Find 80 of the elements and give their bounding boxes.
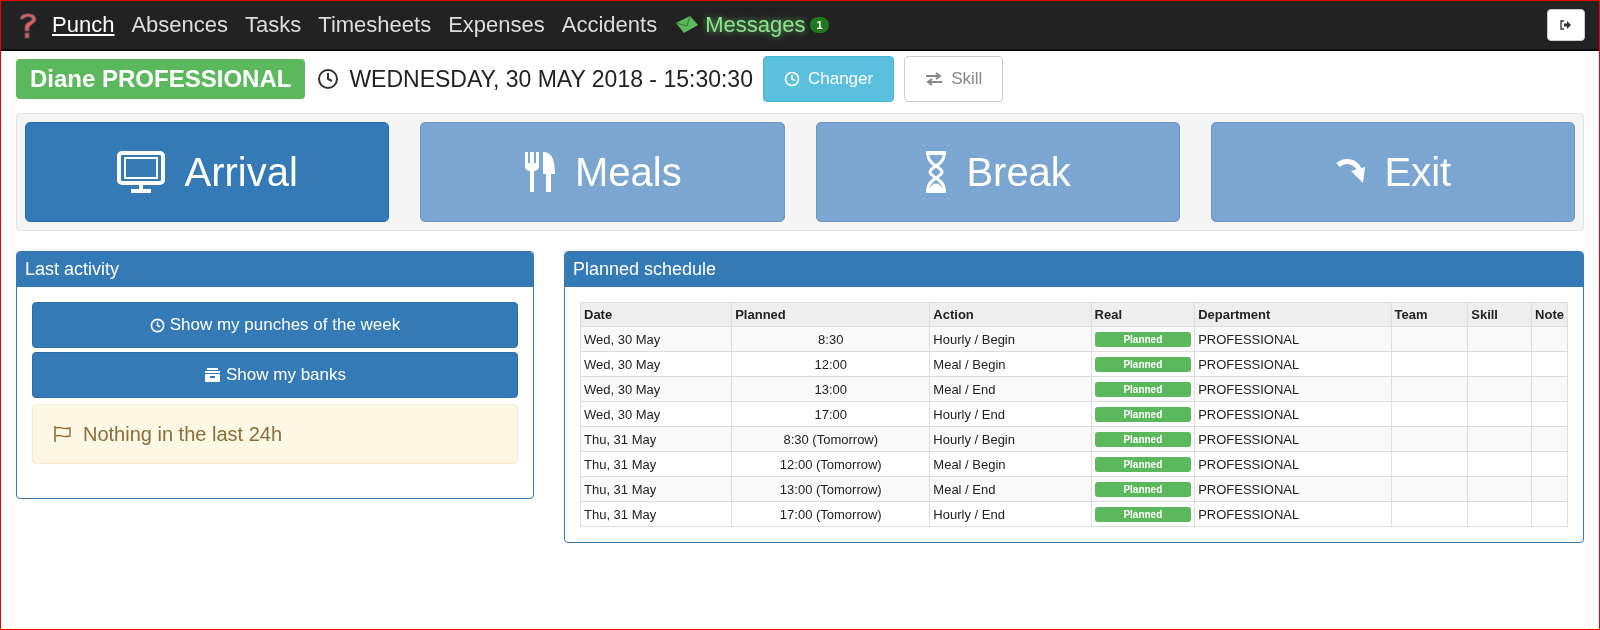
question-mark-logo-icon xyxy=(17,10,39,40)
status-label: Planned xyxy=(1094,481,1192,497)
messages-link[interactable]: Messages 1 xyxy=(674,12,829,38)
notice-text: Nothing in the last 24h xyxy=(83,422,283,446)
clock-icon xyxy=(317,68,340,90)
status-label: Planned xyxy=(1094,456,1192,472)
hourglass-punch-button[interactable]: Break xyxy=(815,122,1180,222)
table-cell: 17:00 (Tomorrow) xyxy=(731,501,930,527)
status-label: Planned xyxy=(1094,406,1192,422)
clock-icon xyxy=(149,317,165,333)
nav-link[interactable]: Timesheets xyxy=(318,12,432,38)
nav-link[interactable]: Expenses xyxy=(448,12,545,38)
nav-link[interactable]: Accidents xyxy=(561,12,658,38)
show-punches-button[interactable]: Show my punches of the week xyxy=(32,302,518,348)
table-cell: Hourly / Begin xyxy=(929,326,1092,352)
column-header: Real xyxy=(1091,302,1195,327)
table-cell: Meal / End xyxy=(929,476,1092,502)
column-header: Date xyxy=(580,302,732,327)
table-cell: Meal / Begin xyxy=(929,351,1092,377)
logout-icon xyxy=(1560,20,1572,30)
monitor-icon xyxy=(116,150,167,194)
status-label: Planned xyxy=(1094,331,1192,347)
table-cell: Thu, 31 May xyxy=(580,451,732,477)
exit-punch-button[interactable]: Exit xyxy=(1210,122,1575,222)
nav-link[interactable]: Absences xyxy=(131,12,228,38)
table-cell: Hourly / End xyxy=(929,401,1092,427)
flag-icon xyxy=(53,425,73,443)
table-cell: PROFESSIONAL xyxy=(1194,501,1391,527)
table-cell: 13:00 xyxy=(731,376,930,402)
swap-arrows-icon xyxy=(925,72,944,86)
table-cell: PROFESSIONAL xyxy=(1194,401,1391,427)
table-cell: Wed, 30 May xyxy=(580,351,732,377)
envelope-icon xyxy=(674,15,701,35)
table-cell: Wed, 30 May xyxy=(580,326,732,352)
nav-link[interactable]: Punch xyxy=(52,12,115,38)
cutlery-icon xyxy=(523,150,557,194)
table-cell: Meal / Begin xyxy=(929,451,1092,477)
cutlery-punch-button[interactable]: Meals xyxy=(420,122,785,222)
table-cell: Thu, 31 May xyxy=(580,501,732,527)
show-banks-button[interactable]: Show my banks xyxy=(32,352,518,398)
table-cell: Thu, 31 May xyxy=(580,476,732,502)
table-cell: 17:00 xyxy=(731,401,930,427)
table-cell: PROFESSIONAL xyxy=(1194,476,1391,502)
hourglass-icon xyxy=(924,151,949,193)
table-cell: Wed, 30 May xyxy=(580,376,732,402)
unread-count-badge: 1 xyxy=(810,17,829,33)
archive-box-icon xyxy=(204,368,221,382)
table-cell: PROFESSIONAL xyxy=(1194,376,1391,402)
table-cell: 8:30 xyxy=(731,326,930,352)
table-cell: Wed, 30 May xyxy=(580,401,732,427)
date-time-text: WEDNESDAY, 30 MAY 2018 - 15:30:30 xyxy=(349,65,753,93)
nav-link[interactable]: Tasks xyxy=(245,12,302,38)
clock-icon xyxy=(783,71,800,87)
logout-button[interactable] xyxy=(1547,9,1585,41)
panel-title: Planned schedule xyxy=(565,252,1583,287)
table-cell: PROFESSIONAL xyxy=(1194,451,1391,477)
table-cell: 13:00 (Tomorrow) xyxy=(731,476,930,502)
column-header: Planned xyxy=(731,302,930,327)
column-header: Action xyxy=(929,302,1092,327)
status-label: Planned xyxy=(1094,431,1192,447)
monitor-punch-button[interactable]: Arrival xyxy=(25,122,390,222)
table-cell: Hourly / End xyxy=(929,501,1092,527)
table-cell: Thu, 31 May xyxy=(580,426,732,452)
table-cell: 8:30 (Tomorrow) xyxy=(731,426,930,452)
table-cell: PROFESSIONAL xyxy=(1194,351,1391,377)
status-label: Planned xyxy=(1094,381,1192,397)
table-cell: Hourly / Begin xyxy=(929,426,1092,452)
table-cell: 12:00 (Tomorrow) xyxy=(731,451,930,477)
table-cell: PROFESSIONAL xyxy=(1194,326,1391,352)
table-cell: Meal / End xyxy=(929,376,1092,402)
table-cell: 12:00 xyxy=(731,351,930,377)
panel-title: Last activity xyxy=(17,252,533,287)
status-label: Planned xyxy=(1094,506,1192,522)
column-header: Note xyxy=(1531,302,1568,327)
table-cell: PROFESSIONAL xyxy=(1194,426,1391,452)
user-name-label: Diane PROFESSIONAL xyxy=(16,59,306,99)
column-header: Department xyxy=(1194,302,1391,327)
column-header: Team xyxy=(1391,302,1468,327)
column-header: Skill xyxy=(1467,302,1532,327)
status-label: Planned xyxy=(1094,356,1192,372)
